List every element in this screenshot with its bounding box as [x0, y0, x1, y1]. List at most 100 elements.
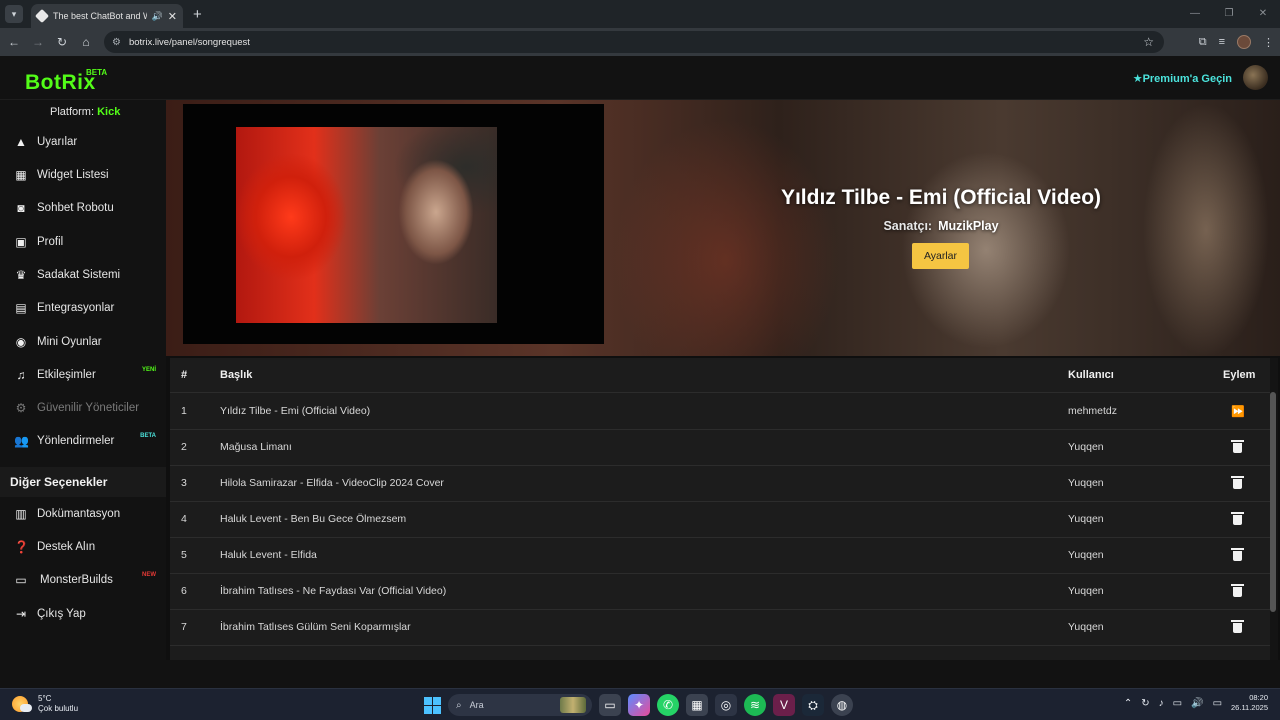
tab-close-icon[interactable]: ✕	[168, 10, 177, 23]
row-title: Haluk Levent - Elfida	[220, 549, 317, 561]
sidebar-item-label: Güvenilir Yöneticiler	[37, 402, 140, 414]
minimize-icon[interactable]: —	[1178, 0, 1212, 28]
sidebar-item-trusted-moderators[interactable]: ⚙ Güvenilir Yöneticiler	[0, 393, 166, 423]
sidebar-item-integrations[interactable]: ▤ Entegrasyonlar	[0, 293, 166, 323]
speaker-icon[interactable]: 🔊	[152, 11, 163, 22]
settings-button[interactable]: Ayarlar	[912, 243, 969, 269]
sidebar-item-logout[interactable]: ⇥ Çıkış Yap	[0, 599, 166, 629]
windows-start-icon[interactable]	[424, 696, 441, 714]
app-circle-icon[interactable]: ◍	[831, 694, 853, 716]
whatsapp-icon[interactable]: ✆	[657, 694, 679, 716]
sidebar-item-redirects[interactable]: 👥 Yönlendirmeler BETA	[0, 426, 166, 456]
tray-chevron-icon[interactable]: ⌃	[1124, 698, 1132, 709]
trash-icon[interactable]	[1231, 548, 1244, 561]
row-user: Yuqqen	[1068, 549, 1104, 561]
home-icon[interactable]: ⌂	[74, 35, 98, 49]
row-user: Yuqqen	[1068, 477, 1104, 489]
address-bar[interactable]: ⚙ botrix.live/panel/songrequest ☆	[104, 31, 1164, 53]
url-text: botrix.live/panel/songrequest	[128, 36, 250, 48]
users-icon: 👥	[14, 434, 29, 448]
row-number: 6	[181, 585, 187, 597]
table-row: 2 Mağusa Limanı Yuqqen	[170, 430, 1270, 466]
botrix-favicon-icon	[34, 8, 50, 24]
row-user: Yuqqen	[1068, 621, 1104, 633]
copilot-icon[interactable]: ✦	[628, 694, 650, 716]
scrollbar-thumb[interactable]	[1270, 392, 1276, 612]
close-window-icon[interactable]: ✕	[1246, 0, 1280, 28]
new-badge: YENİ	[141, 367, 156, 373]
tab-title: The best ChatBot and Widg	[53, 11, 147, 21]
media-control-icon[interactable]: ≡	[1219, 36, 1225, 48]
sidebar-item-interactions[interactable]: ♫ Etkileşimler YENİ	[0, 360, 166, 390]
row-number: 2	[181, 441, 187, 453]
sidebar-item-label: Profil	[37, 236, 64, 248]
column-header-title: Başlık	[220, 369, 253, 381]
tab-search-button[interactable]: ▾	[5, 5, 23, 23]
logout-icon: ⇥	[15, 607, 27, 621]
browser-tab[interactable]: The best ChatBot and Widg 🔊 ✕	[31, 4, 183, 28]
site-info-icon[interactable]: ⚙	[112, 37, 121, 48]
sidebar-item-label: Mini Oyunlar	[37, 336, 102, 348]
back-icon[interactable]: ←	[2, 35, 26, 49]
sync-icon[interactable]: ↻	[1141, 698, 1149, 709]
shield-icon: ⚙	[15, 401, 27, 415]
new-tab-button[interactable]: +	[193, 6, 202, 23]
taskbar: 5°C Çok bulutlu ⌕ Ara ▭ ✦ ✆ ▦ ◎ ≋ V ⛭ ◍ …	[0, 688, 1280, 720]
laptop-icon: ▭	[15, 573, 27, 587]
row-number: 7	[181, 621, 187, 633]
row-title: Yıldız Tilbe - Emi (Official Video)	[220, 405, 371, 417]
sidebar-item-minigames[interactable]: ◉ Mini Oyunlar	[0, 327, 166, 357]
sidebar-item-label: Dokümantasyon	[37, 508, 121, 520]
display-icon[interactable]: ▭	[1173, 698, 1182, 709]
search-placeholder: Ara	[469, 700, 484, 710]
system-tray: ⌃ ↻ ♪ ▭ 🔊 ▭ 08:20 26.11.2025	[1124, 693, 1268, 713]
reload-icon[interactable]: ↻	[50, 35, 74, 49]
trash-icon[interactable]	[1231, 512, 1244, 525]
sidebar-item-chatbot[interactable]: ◙ Sohbet Robotu	[0, 193, 166, 223]
task-view-icon[interactable]: ▭	[599, 694, 621, 716]
sidebar-item-widgets[interactable]: ▦ Widget Listesi	[0, 160, 166, 190]
weather-widget[interactable]: 5°C Çok bulutlu	[12, 694, 78, 714]
trash-icon[interactable]	[1231, 440, 1244, 453]
bookmark-star-icon[interactable]: ☆	[1143, 35, 1154, 49]
trash-icon[interactable]	[1231, 620, 1244, 633]
sidebar-item-label: Sadakat Sistemi	[37, 269, 121, 281]
spotify-icon[interactable]: ≋	[744, 694, 766, 716]
skip-forward-icon[interactable]: ⏩	[1231, 405, 1245, 419]
sidebar-item-monsterbuilds[interactable]: ▭ MonsterBuilds NEW	[0, 565, 166, 595]
sidebar-item-profile[interactable]: ▣ Profil	[0, 227, 166, 257]
sidebar-item-docs[interactable]: ▥ Dokümantasyon	[0, 499, 166, 529]
sidebar-item-support[interactable]: ❓ Destek Alın	[0, 532, 166, 562]
user-avatar[interactable]	[1243, 65, 1268, 90]
microphone-icon[interactable]: ♪	[1159, 698, 1164, 709]
chrome-icon[interactable]: ◎	[715, 694, 737, 716]
row-number: 3	[181, 477, 187, 489]
row-number: 4	[181, 513, 187, 525]
column-header-number: #	[181, 369, 188, 381]
profile-avatar-icon[interactable]	[1237, 35, 1251, 49]
browser-toolbar: ← → ↻ ⌂ ⚙ botrix.live/panel/songrequest …	[0, 28, 1280, 56]
battery-icon[interactable]: ▭	[1213, 698, 1222, 709]
browser-menu-icon[interactable]: ⋮	[1263, 36, 1274, 49]
sidebar-item-loyalty[interactable]: ♛ Sadakat Sistemi	[0, 260, 166, 290]
store-icon[interactable]: ▦	[686, 694, 708, 716]
app-v-icon[interactable]: V	[773, 694, 795, 716]
table-row: 4 Haluk Levent - Ben Bu Gece Ölmezsem Yu…	[170, 502, 1270, 538]
trash-icon[interactable]	[1231, 584, 1244, 597]
clock[interactable]: 08:20 26.11.2025	[1231, 693, 1268, 713]
taskbar-search[interactable]: ⌕ Ara	[448, 694, 592, 716]
trophy-icon: ♛	[15, 268, 27, 282]
sidebar-item-alerts[interactable]: ▲ Uyarılar	[0, 127, 166, 157]
restore-icon[interactable]: ❐	[1212, 0, 1246, 28]
steam-icon[interactable]: ⛭	[802, 694, 824, 716]
table-row: 5 Haluk Levent - Elfida Yuqqen	[170, 538, 1270, 574]
volume-icon[interactable]: 🔊	[1191, 698, 1203, 709]
column-header-action: Eylem	[1223, 369, 1256, 381]
forward-icon[interactable]: →	[26, 35, 50, 49]
trash-icon[interactable]	[1231, 476, 1244, 489]
table-row: 7 İbrahim Tatlıses Gülüm Seni Koparmışla…	[170, 610, 1270, 646]
premium-link[interactable]: ★Premium'a Geçin	[1133, 72, 1232, 85]
sidebar-item-label: MonsterBuilds	[40, 574, 113, 586]
extensions-icon[interactable]: ⧉	[1199, 36, 1207, 49]
new-badge: NEW	[142, 572, 156, 578]
